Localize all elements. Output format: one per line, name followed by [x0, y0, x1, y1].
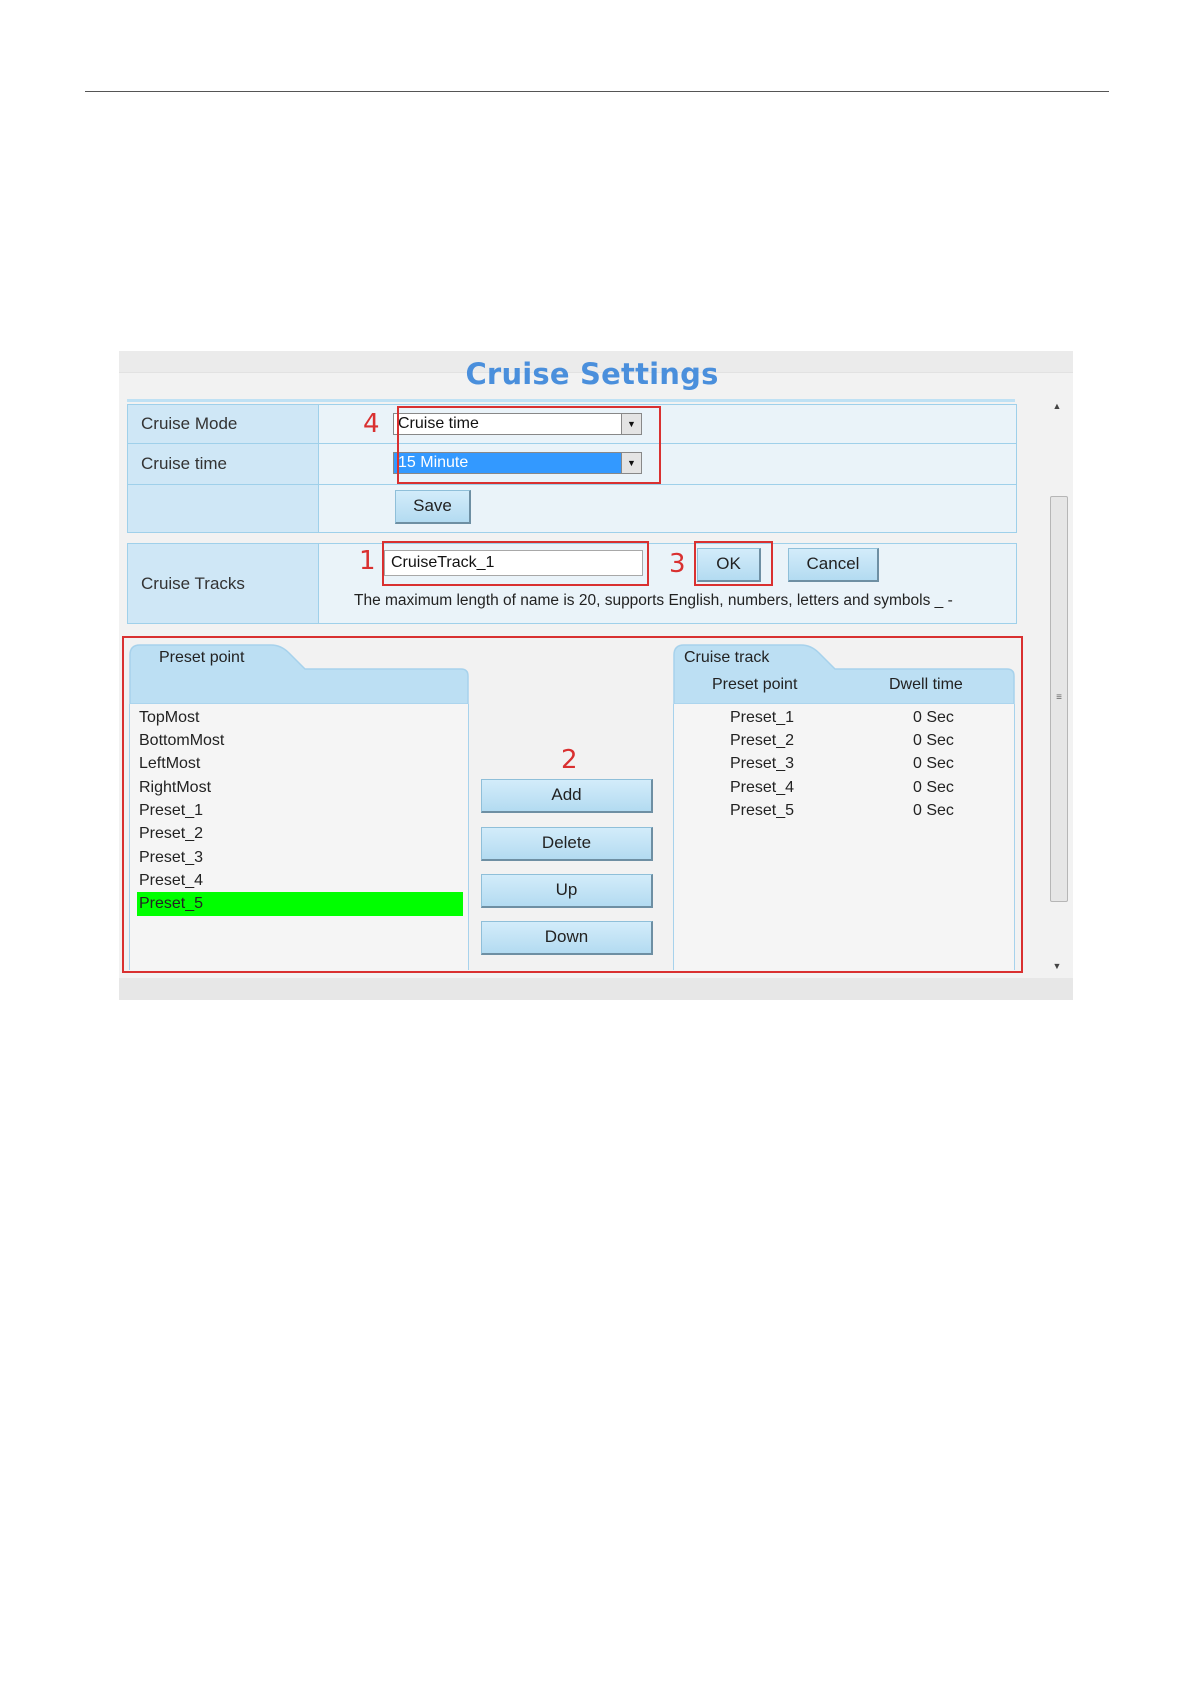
page-header-rule	[85, 91, 1109, 92]
cancel-button[interactable]: Cancel	[788, 548, 879, 582]
cruise-mode-label: Cruise Mode	[128, 405, 319, 443]
cruise-tracks-label: Cruise Tracks	[128, 544, 319, 623]
empty-label-cell	[128, 485, 319, 532]
title-underline	[127, 399, 1015, 402]
annotation-number-1: 1	[359, 546, 376, 576]
window-bottom-band	[119, 978, 1073, 1000]
annotation-box-4	[397, 406, 661, 484]
save-row: Save	[128, 485, 1016, 532]
annotation-number-2: 2	[561, 745, 578, 775]
annotation-number-3: 3	[669, 549, 686, 579]
cruise-time-label: Cruise time	[128, 444, 319, 484]
grip-icon: ≡	[1056, 692, 1062, 703]
page-title: Cruise Settings	[465, 357, 719, 391]
vertical-scrollbar[interactable]: ▲ ≡ ▼	[1043, 401, 1071, 976]
annotation-box-3	[694, 541, 773, 586]
scroll-up-icon[interactable]: ▲	[1043, 401, 1071, 411]
annotation-box-1	[382, 541, 649, 586]
scroll-down-icon[interactable]: ▼	[1043, 961, 1071, 971]
annotation-number-4: 4	[363, 409, 380, 439]
annotation-box-2	[122, 636, 1023, 973]
scrollbar-thumb[interactable]: ≡	[1050, 496, 1068, 902]
cruise-settings-window: Cruise Settings Cruise Mode Cruise time …	[119, 351, 1073, 1000]
track-name-hint: The maximum length of name is 20, suppor…	[354, 592, 953, 609]
save-button[interactable]: Save	[395, 490, 471, 524]
